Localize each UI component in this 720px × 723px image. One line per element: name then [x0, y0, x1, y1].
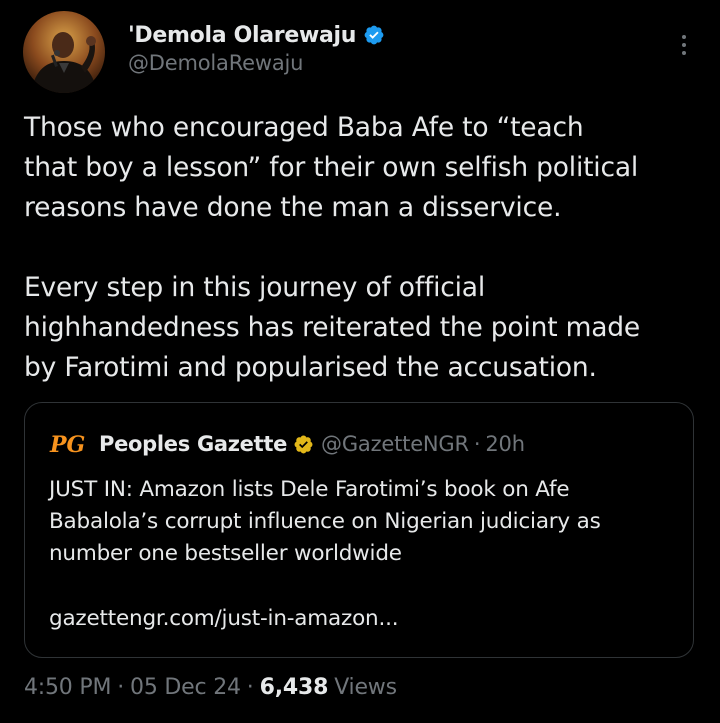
- quoted-timestamp[interactable]: 20h: [485, 432, 525, 456]
- author-handle[interactable]: @DemolaRewaju: [128, 51, 385, 75]
- tweet-text: Those who encouraged Baba Afe to “teach …: [24, 108, 704, 388]
- more-options-button[interactable]: [674, 30, 694, 60]
- more-dot-icon: [682, 51, 686, 55]
- avatar[interactable]: [23, 11, 105, 93]
- tweet-author: 'Demola Olarewaju @DemolaRewaju: [128, 20, 385, 75]
- quoted-separator: ·: [473, 432, 481, 456]
- quoted-tweet-link[interactable]: gazettengr.com/just-in-amazon...: [49, 603, 399, 635]
- verified-badge-icon: [363, 24, 385, 46]
- avatar-image: [23, 11, 105, 93]
- tweet-date[interactable]: 05 Dec 24: [130, 675, 241, 700]
- more-dot-icon: [682, 35, 686, 39]
- metadata-separator: ·: [117, 675, 125, 700]
- quoted-tweet[interactable]: PG Peoples Gazette @GazetteNGR · 20h JUS…: [24, 402, 694, 658]
- author-name-row: 'Demola Olarewaju: [128, 20, 385, 50]
- tweet-time[interactable]: 4:50 PM: [24, 675, 111, 700]
- more-dot-icon: [682, 43, 686, 47]
- quoted-tweet-text: JUST IN: Amazon lists Dele Farotimi’s bo…: [49, 477, 601, 566]
- tweet-metadata: 4:50 PM · 05 Dec 24 · 6,438 Views: [24, 675, 397, 700]
- verified-business-badge-icon: [293, 434, 314, 455]
- quoted-tweet-header: PG Peoples Gazette @GazetteNGR · 20h: [49, 429, 525, 459]
- quoted-display-name[interactable]: Peoples Gazette: [99, 432, 287, 456]
- metadata-separator: ·: [246, 675, 254, 700]
- tweet-paragraph: Every step in this journey of official h…: [24, 272, 640, 383]
- author-display-name[interactable]: 'Demola Olarewaju: [128, 23, 356, 48]
- quoted-handle[interactable]: @GazetteNGR: [321, 432, 469, 456]
- svg-text:PG: PG: [49, 432, 85, 457]
- views-count[interactable]: 6,438: [260, 675, 329, 700]
- tweet: 'Demola Olarewaju @DemolaRewaju Those wh…: [0, 0, 720, 723]
- tweet-paragraph: Those who encouraged Baba Afe to “teach …: [24, 112, 639, 223]
- peoples-gazette-logo-icon: PG: [49, 431, 85, 458]
- views-label[interactable]: Views: [334, 675, 397, 700]
